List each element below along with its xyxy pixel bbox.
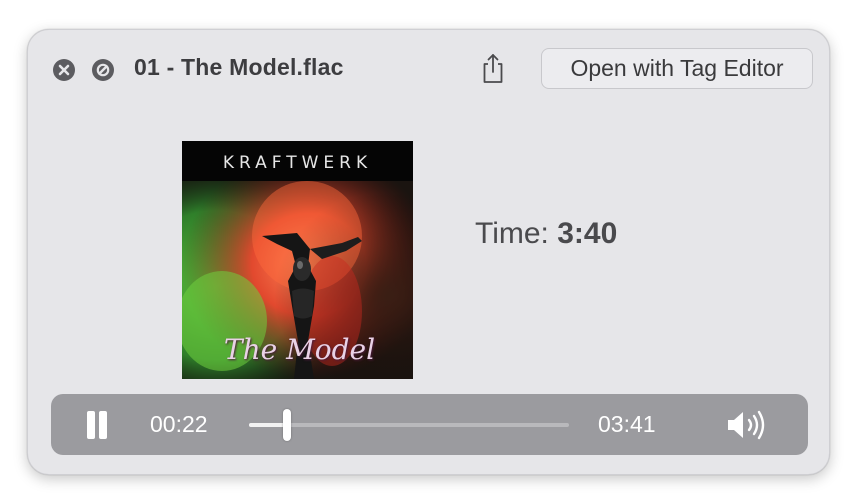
total-time: 03:41 <box>598 411 656 437</box>
progress-slider[interactable] <box>249 409 569 441</box>
artwork-album-text: The Model <box>223 333 376 366</box>
window-title: 01 - The Model.flac <box>134 54 344 80</box>
pause-icon[interactable] <box>84 411 110 439</box>
volume-icon[interactable] <box>726 409 770 441</box>
title-bar: 01 - The Model.flac Open with Tag Editor <box>28 30 829 108</box>
album-artwork: KRAFTWERK The Model <box>182 141 413 379</box>
block-icon[interactable] <box>92 59 114 81</box>
media-controls-bar: 00:22 03:41 <box>51 394 808 455</box>
duration-value: 3:40 <box>557 217 618 250</box>
open-with-tag-editor-button[interactable]: Open with Tag Editor <box>541 48 813 89</box>
duration-info: Time: 3:40 <box>475 217 617 251</box>
close-icon[interactable] <box>53 59 75 81</box>
share-icon[interactable] <box>480 52 506 84</box>
quick-look-window: 01 - The Model.flac Open with Tag Editor <box>27 29 830 475</box>
elapsed-time: 00:22 <box>150 411 208 437</box>
artwork-artist-text: KRAFTWERK <box>222 153 373 173</box>
progress-fill <box>249 423 288 427</box>
progress-thumb[interactable] <box>283 409 292 441</box>
duration-label: Time: <box>475 217 549 250</box>
